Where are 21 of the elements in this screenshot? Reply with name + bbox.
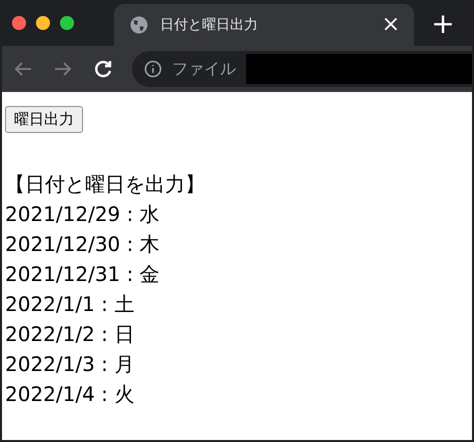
weekday-output-button[interactable]: 曜日出力 [5,106,83,133]
close-tab-button[interactable]: × [382,14,400,36]
date-line: 2021/12/31 : 金 [5,261,160,288]
output-heading: 【日付と曜日を出力】 [5,171,205,198]
date-line: 2022/1/4 : 火 [5,381,134,408]
address-bar[interactable]: ファイル [132,51,472,87]
close-window-icon[interactable] [12,16,26,30]
globe-icon [130,16,148,34]
zoom-window-icon[interactable] [60,16,74,30]
date-line: 2022/1/3 : 月 [5,351,134,378]
tab-title: 日付と曜日出力 [160,16,259,34]
date-line: 2022/1/2 : 日 [5,321,134,348]
info-icon[interactable] [144,60,162,78]
browser-tab[interactable]: 日付と曜日出力 × [114,4,414,46]
new-tab-button[interactable]: + [431,10,455,38]
address-label: ファイル [172,58,236,80]
date-line: 2021/12/29 : 水 [5,201,160,228]
minimize-window-icon[interactable] [36,16,50,30]
date-line: 2021/12/30 : 木 [5,231,160,258]
reload-button[interactable] [92,58,114,80]
date-line: 2022/1/1 : 土 [5,291,134,318]
